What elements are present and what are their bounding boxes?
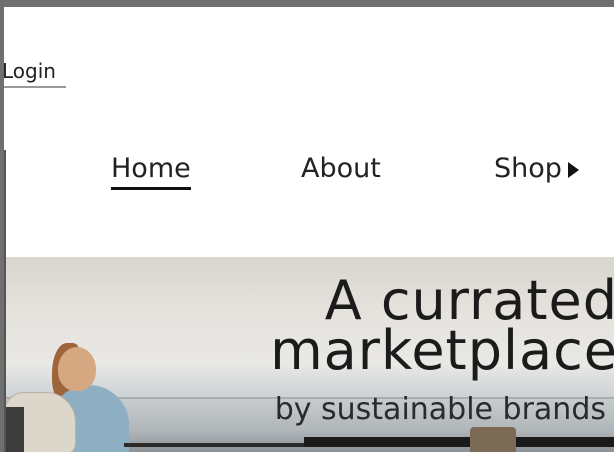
nav-shop[interactable]: Shop <box>494 153 579 185</box>
hero-title-line2: marketplace <box>270 319 614 382</box>
hero-dark-object <box>4 407 24 452</box>
nav-home[interactable]: Home <box>111 153 191 190</box>
main-nav: Home About Shop <box>4 153 614 193</box>
hero-banner: A currated marketplace by sustainable br… <box>4 257 614 452</box>
nav-about[interactable]: About <box>301 153 381 185</box>
hero-title: A currated marketplace <box>188 274 614 378</box>
hero-rail-thin <box>124 443 304 447</box>
hero-rail <box>304 437 614 447</box>
hero-subtitle: by sustainable brands <box>274 392 606 427</box>
page: Login Home About Shop A currated marketp… <box>4 7 614 452</box>
login-link[interactable]: Login <box>4 59 66 88</box>
hero-post <box>470 427 516 452</box>
caret-right-icon <box>567 161 579 178</box>
left-border <box>4 150 6 452</box>
hero-person-head <box>58 347 96 391</box>
nav-shop-label: Shop <box>494 153 562 184</box>
